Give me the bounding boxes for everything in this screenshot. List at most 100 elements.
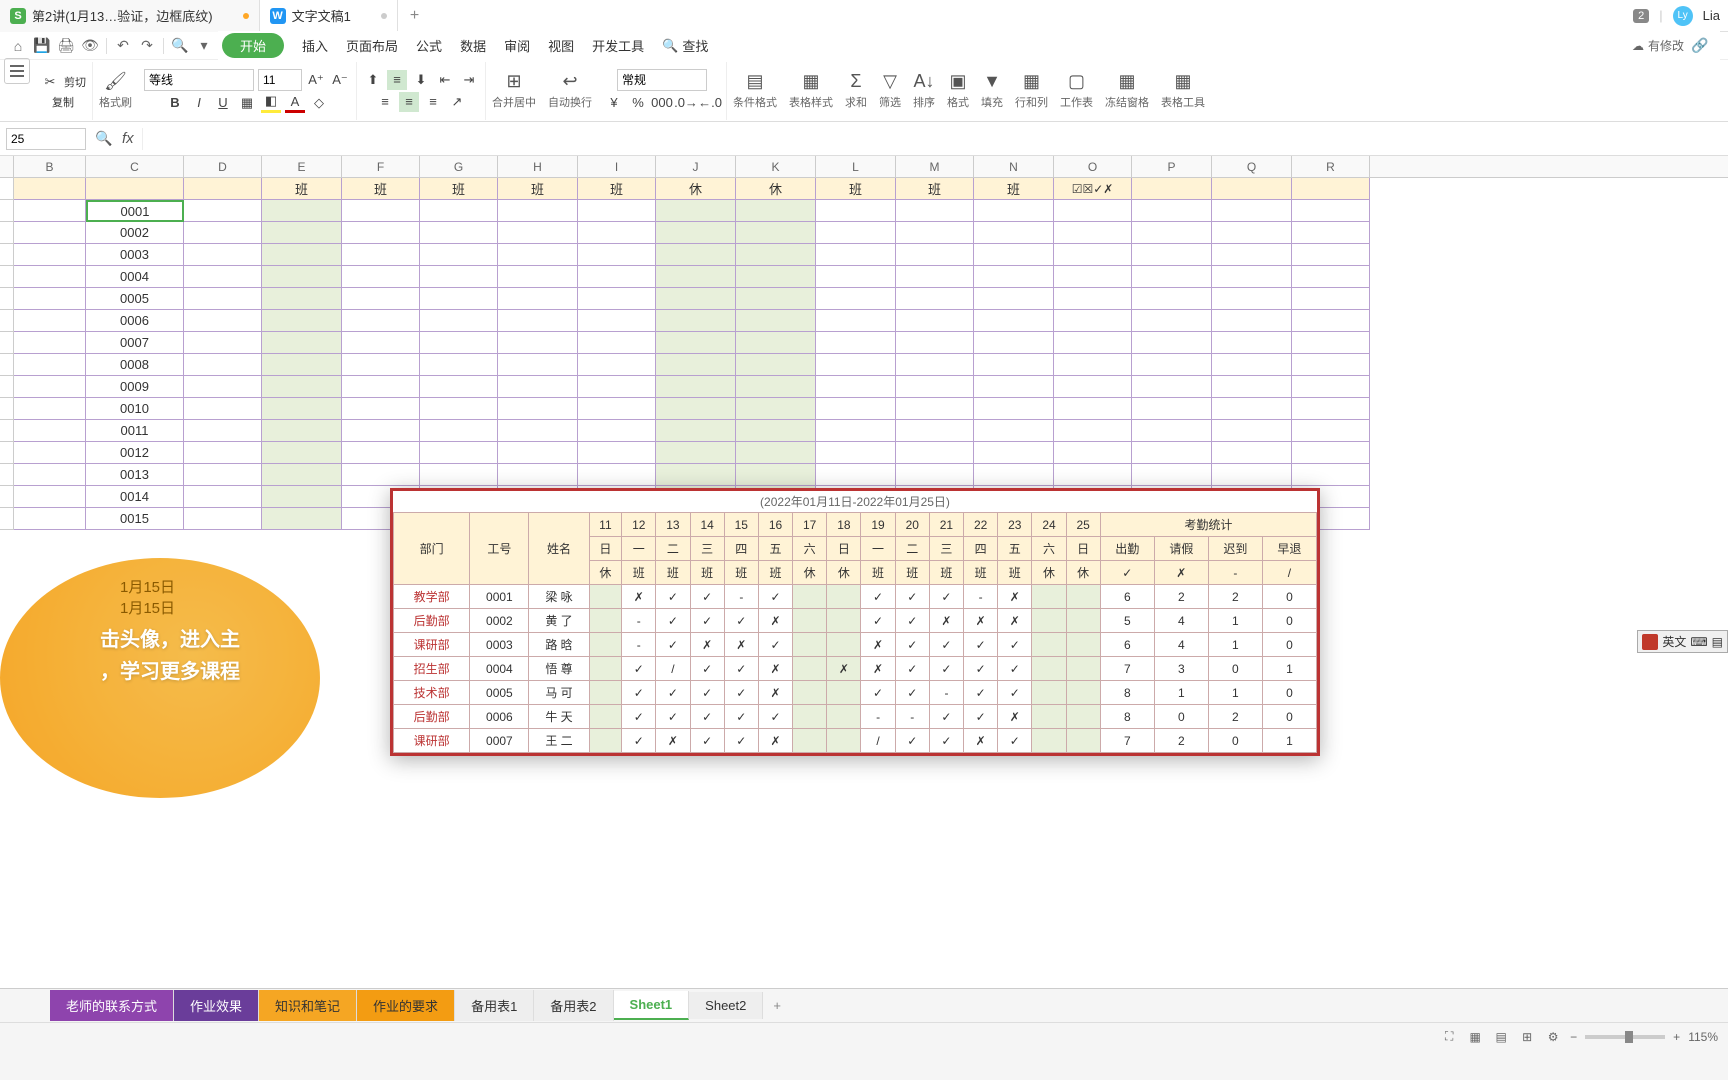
font-size-select[interactable] (258, 69, 302, 91)
freeze-button[interactable]: ▦冻结窗格 (1099, 69, 1155, 112)
grid-cell[interactable] (1132, 288, 1212, 310)
grid-cell[interactable] (816, 442, 896, 464)
wrap-text-button[interactable]: ↩自动换行 (542, 69, 598, 112)
grid-cell[interactable] (974, 200, 1054, 222)
grid-cell[interactable] (262, 376, 342, 398)
grid-cell[interactable] (420, 464, 498, 486)
grid-cell[interactable] (1292, 310, 1370, 332)
grid-cell[interactable] (184, 398, 262, 420)
header-cell[interactable]: 休 (656, 178, 736, 200)
grid-cell[interactable] (342, 398, 420, 420)
grid-cell[interactable]: 0012 (86, 442, 184, 464)
col-header-G[interactable]: G (420, 156, 498, 177)
grid-cell[interactable]: 0001 (86, 200, 184, 222)
grid-cell[interactable] (974, 464, 1054, 486)
grid-cell[interactable] (184, 222, 262, 244)
grid-cell[interactable] (420, 332, 498, 354)
redo-icon[interactable]: ↷ (137, 36, 157, 56)
grid-cell[interactable] (420, 288, 498, 310)
grid-cell[interactable] (420, 266, 498, 288)
grid-cell[interactable] (656, 398, 736, 420)
grid-cell[interactable] (184, 464, 262, 486)
grid-cell[interactable] (184, 376, 262, 398)
grid-cell[interactable] (1054, 442, 1132, 464)
grid-cell[interactable] (974, 288, 1054, 310)
grid-cell[interactable] (342, 464, 420, 486)
menu-data[interactable]: 数据 (460, 36, 486, 55)
grid-cell[interactable] (656, 244, 736, 266)
grid-cell[interactable] (1212, 288, 1292, 310)
grid-cell[interactable] (1054, 420, 1132, 442)
rowcol-button[interactable]: ▦行和列 (1009, 69, 1054, 112)
grid-cell[interactable] (1292, 398, 1370, 420)
grid-cell[interactable] (184, 508, 262, 530)
fullscreen-icon[interactable]: ⛶ (1440, 1028, 1458, 1046)
grid-cell[interactable]: 0015 (86, 508, 184, 530)
grid-cell[interactable] (736, 398, 816, 420)
header-cell[interactable] (184, 178, 262, 200)
sheet-tab-effect[interactable]: 作业效果 (174, 990, 259, 1021)
align-center-icon[interactable]: ≡ (399, 92, 419, 112)
grid-cell[interactable] (736, 420, 816, 442)
grid-cell[interactable] (1292, 222, 1370, 244)
grid-cell[interactable] (420, 200, 498, 222)
grid-cell[interactable] (1292, 288, 1370, 310)
grid-cell[interactable] (262, 310, 342, 332)
grid-cell[interactable] (736, 266, 816, 288)
grid-cell[interactable] (14, 222, 86, 244)
grid-cell[interactable] (14, 244, 86, 266)
grid-cell[interactable] (1054, 200, 1132, 222)
grid-cell[interactable] (736, 354, 816, 376)
grid-cell[interactable] (578, 464, 656, 486)
grid-cell[interactable] (1292, 244, 1370, 266)
grid-cell[interactable] (498, 222, 578, 244)
grid-cell[interactable] (184, 200, 262, 222)
grid-cell[interactable] (1054, 464, 1132, 486)
grid-cell[interactable] (974, 266, 1054, 288)
grid-cell[interactable] (498, 442, 578, 464)
grid-cell[interactable] (736, 200, 816, 222)
grid-cell[interactable] (896, 200, 974, 222)
grid-cell[interactable] (184, 310, 262, 332)
col-header-O[interactable]: O (1054, 156, 1132, 177)
header-cell[interactable]: 班 (974, 178, 1054, 200)
grid-cell[interactable] (896, 310, 974, 332)
grid-cell[interactable] (578, 222, 656, 244)
merge-center-button[interactable]: ⊞合并居中 (486, 69, 542, 112)
zoom-out-button[interactable]: − (1570, 1030, 1577, 1044)
grid-cell[interactable] (896, 266, 974, 288)
grid-cell[interactable] (1132, 398, 1212, 420)
inc-decimal-icon[interactable]: .0→ (676, 93, 696, 113)
grid-cell[interactable] (656, 200, 736, 222)
grid-cell[interactable] (656, 310, 736, 332)
grid-cell[interactable] (1212, 354, 1292, 376)
grid-cell[interactable] (578, 376, 656, 398)
grid-cell[interactable] (184, 442, 262, 464)
col-header-R[interactable]: R (1292, 156, 1370, 177)
grid-cell[interactable] (816, 376, 896, 398)
grid-cell[interactable]: 0013 (86, 464, 184, 486)
grid-cell[interactable] (262, 354, 342, 376)
sheet-grid[interactable]: BCDEFGHIJKLMNOPQR 班班班班班休休班班班☑☒✓✗00010002… (0, 156, 1728, 988)
menu-review[interactable]: 审阅 (504, 36, 530, 55)
grid-cell[interactable] (14, 398, 86, 420)
grid-cell[interactable] (736, 310, 816, 332)
grid-cell[interactable] (1212, 464, 1292, 486)
grid-cell[interactable] (14, 464, 86, 486)
grid-cell[interactable] (498, 244, 578, 266)
align-top-icon[interactable]: ⬆ (363, 70, 383, 90)
font-color-button[interactable]: A (285, 93, 305, 113)
grid-cell[interactable] (1212, 376, 1292, 398)
header-cell[interactable] (1292, 178, 1370, 200)
grid-cell[interactable] (498, 376, 578, 398)
number-format-select[interactable] (617, 69, 707, 91)
grid-cell[interactable] (1132, 442, 1212, 464)
dropdown-icon[interactable]: ▾ (194, 36, 214, 56)
align-middle-icon[interactable]: ≡ (387, 70, 407, 90)
col-header-C[interactable]: C (86, 156, 184, 177)
italic-button[interactable]: I (189, 93, 209, 113)
grid-cell[interactable] (14, 200, 86, 222)
grid-cell[interactable] (578, 442, 656, 464)
grid-cell[interactable]: 0004 (86, 266, 184, 288)
grid-cell[interactable] (974, 310, 1054, 332)
